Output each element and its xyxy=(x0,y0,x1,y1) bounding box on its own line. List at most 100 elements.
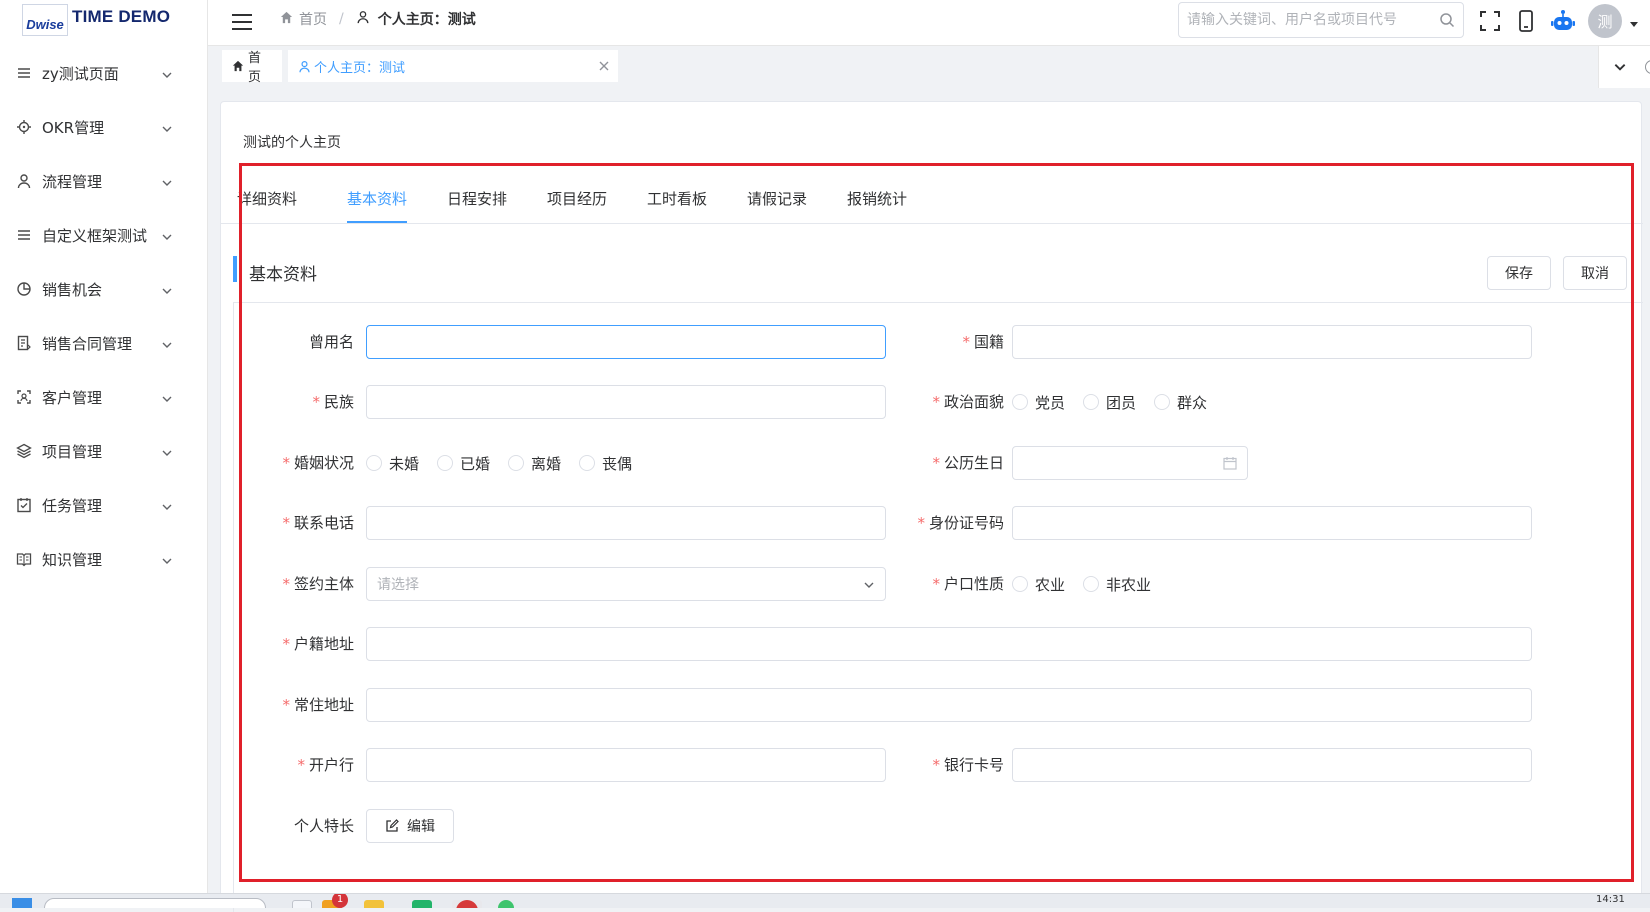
sidebar: Dwise TIME DEMO zy测试页面 OKR管理 流程管理 自定义框架测… xyxy=(0,0,208,893)
search-input[interactable] xyxy=(1187,12,1439,28)
target-icon xyxy=(16,119,32,135)
radio-label: 团员 xyxy=(1106,393,1137,412)
radio-widowed[interactable]: 丧偶 xyxy=(579,453,632,474)
sidebar-item-label: 销售机会 xyxy=(42,280,103,299)
logo-mark: Dwise xyxy=(26,17,64,32)
tab-project-experience[interactable]: 项目经历 xyxy=(547,188,607,209)
sidebar-item-task[interactable]: 任务管理 xyxy=(0,478,207,532)
breadcrumb-separator: / xyxy=(339,11,344,27)
hamburger-menu-icon[interactable] xyxy=(230,10,254,34)
logo-mark-box: Dwise xyxy=(22,4,68,36)
chevron-down-icon xyxy=(161,336,173,348)
layers-icon xyxy=(16,443,32,459)
residence-address-field[interactable] xyxy=(366,688,1532,722)
tab-expense-stats[interactable]: 报销统计 xyxy=(847,188,907,209)
former-name-label: 曾用名 xyxy=(308,333,354,351)
radio-label: 群众 xyxy=(1177,393,1208,412)
windows-start-icon[interactable] xyxy=(12,898,32,908)
tab-schedule[interactable]: 日程安排 xyxy=(447,188,507,209)
birthday-label: * 公历生日 xyxy=(932,454,1004,472)
taskbar-app-icon[interactable] xyxy=(412,900,432,908)
tag-label: 首页 xyxy=(248,51,262,85)
sidebar-item-customer[interactable]: 客户管理 xyxy=(0,370,207,424)
taskbar-app-icon[interactable] xyxy=(498,900,514,908)
former-name-field[interactable] xyxy=(366,325,886,359)
list-icon xyxy=(16,227,32,243)
close-icon[interactable] xyxy=(598,60,610,72)
bank-card-field[interactable] xyxy=(1012,748,1532,782)
tab-leave-records[interactable]: 请假记录 xyxy=(747,188,807,209)
cancel-button[interactable]: 取消 xyxy=(1563,256,1627,290)
radio-party-member[interactable]: 党员 xyxy=(1012,392,1065,413)
sidebar-item-okr[interactable]: OKR管理 xyxy=(0,100,207,154)
chevron-down-icon xyxy=(161,390,173,402)
tab-basic-info[interactable]: 基本资料 xyxy=(347,188,407,209)
tag-personal-home[interactable]: 个人主页：测试 xyxy=(288,50,618,82)
household-address-field[interactable] xyxy=(366,627,1532,661)
marital-status-radio-group: 未婚 已婚 离婚 丧偶 xyxy=(366,446,650,480)
home-icon xyxy=(232,60,244,72)
radio-league-member[interactable]: 团员 xyxy=(1083,392,1136,413)
pie-chart-icon xyxy=(16,281,32,297)
folder-icon[interactable] xyxy=(364,900,384,908)
tag-home[interactable]: 首页 xyxy=(222,50,282,85)
radio-divorced[interactable]: 离婚 xyxy=(508,453,561,474)
sidebar-item-label: 流程管理 xyxy=(42,172,103,191)
sidebar-item-zy-test[interactable]: zy测试页面 xyxy=(0,46,207,100)
sidebar-item-process[interactable]: 流程管理 xyxy=(0,154,207,208)
page-title: 测试的个人主页 xyxy=(243,135,341,151)
chevron-down-icon[interactable] xyxy=(1613,60,1627,74)
chevron-down-icon xyxy=(161,552,173,564)
save-button[interactable]: 保存 xyxy=(1487,256,1551,290)
phone-field[interactable] xyxy=(366,506,886,540)
sidebar-item-sales-opportunity[interactable]: 销售机会 xyxy=(0,262,207,316)
bank-card-label: * 银行卡号 xyxy=(932,756,1004,774)
sidebar-item-label: OKR管理 xyxy=(42,118,105,137)
search-icon[interactable] xyxy=(1439,12,1455,28)
fullscreen-icon[interactable] xyxy=(1478,9,1502,33)
radio-unmarried[interactable]: 未婚 xyxy=(366,453,419,474)
tab-detail[interactable]: 详细资料 xyxy=(237,188,297,209)
household-type-radio-group: 农业 非农业 xyxy=(1012,567,1169,601)
sidebar-item-sales-contract[interactable]: 销售合同管理 xyxy=(0,316,207,370)
id-number-field[interactable] xyxy=(1012,506,1532,540)
radio-label: 丧偶 xyxy=(602,454,633,473)
chevron-down-icon xyxy=(161,174,173,186)
taskbar-search[interactable] xyxy=(44,898,266,908)
sidebar-item-knowledge[interactable]: 知识管理 xyxy=(0,532,207,586)
checklist-icon xyxy=(16,497,32,513)
mobile-icon[interactable] xyxy=(1514,9,1538,33)
contract-entity-select[interactable]: 请选择 xyxy=(366,567,886,601)
caret-down-icon[interactable] xyxy=(1628,15,1640,27)
birthday-date-picker[interactable] xyxy=(1012,446,1248,480)
robot-assistant-icon[interactable] xyxy=(1550,9,1575,33)
sidebar-item-custom-frame[interactable]: 自定义框架测试 xyxy=(0,208,207,262)
chevron-down-icon xyxy=(161,498,173,510)
basic-info-form: 曾用名 * 国籍 * 民族 * 政治面貌 党员 团员 群众 * 婚姻状况 未婚 已婚 离… xyxy=(233,302,1643,912)
nationality-field[interactable] xyxy=(1012,325,1532,359)
sidebar-item-label: 客户管理 xyxy=(42,388,103,407)
phone-label: * 联系电话 xyxy=(282,514,354,532)
logo[interactable]: Dwise TIME DEMO xyxy=(0,0,207,40)
ethnicity-field[interactable] xyxy=(366,385,886,419)
radio-masses[interactable]: 群众 xyxy=(1154,392,1207,413)
breadcrumb: 首页 / 个人主页：测试 xyxy=(280,0,476,38)
tab-timesheet[interactable]: 工时看板 xyxy=(647,188,707,209)
breadcrumb-home[interactable]: 首页 xyxy=(299,9,327,29)
radio-married[interactable]: 已婚 xyxy=(437,453,490,474)
taskbar-app-icon[interactable] xyxy=(292,900,312,908)
ethnicity-label: * 民族 xyxy=(312,393,354,411)
bank-label: * 开户行 xyxy=(297,756,354,774)
radio-agricultural[interactable]: 农业 xyxy=(1012,574,1065,595)
edit-icon xyxy=(385,819,399,833)
sidebar-item-project[interactable]: 项目管理 xyxy=(0,424,207,478)
specialty-edit-button[interactable]: 编辑 xyxy=(366,809,454,843)
chevron-down-icon xyxy=(161,66,173,78)
user-icon xyxy=(356,10,370,28)
specialty-label: 个人特长 xyxy=(293,817,354,835)
radio-non-agricultural[interactable]: 非农业 xyxy=(1083,574,1151,595)
refresh-icon[interactable] xyxy=(1645,60,1650,74)
bank-field[interactable] xyxy=(366,748,886,782)
top-bar: 首页 / 个人主页：测试 测 xyxy=(208,0,1650,46)
avatar[interactable]: 测 xyxy=(1588,4,1622,38)
